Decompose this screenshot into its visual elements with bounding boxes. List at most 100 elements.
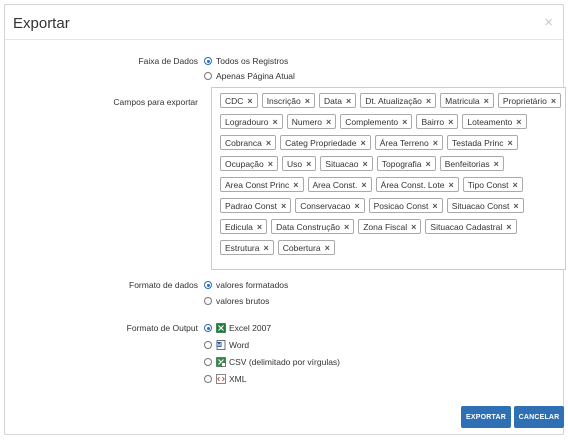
data-format-option-raw[interactable]: valores brutos [204, 296, 269, 306]
radio-button[interactable] [204, 324, 212, 332]
output-format-option-xml[interactable]: XML [204, 374, 246, 384]
xml-icon [216, 374, 226, 384]
remove-tag-icon[interactable]: × [268, 159, 273, 169]
field-tag: Padrao Const × [220, 198, 292, 213]
radio-button[interactable] [204, 358, 212, 366]
remove-tag-icon[interactable]: × [513, 180, 518, 190]
field-tag: Complemento × [340, 114, 413, 129]
output-format-option-word[interactable]: Word [204, 340, 249, 350]
remove-tag-icon[interactable]: × [325, 243, 330, 253]
remove-tag-icon[interactable]: × [305, 96, 310, 106]
remove-tag-icon[interactable]: × [344, 222, 349, 232]
remove-tag-icon[interactable]: × [306, 159, 311, 169]
field-tag-label: Categ Propriedade [285, 137, 357, 148]
field-tag-label: Situacao Cadastral [430, 221, 503, 232]
radio-button[interactable] [204, 341, 212, 349]
field-tag: Conservacao × [295, 198, 365, 213]
option-label: Apenas Página Atual [216, 71, 295, 81]
field-tag: Cobranca × [220, 135, 277, 150]
remove-tag-icon[interactable]: × [266, 138, 271, 148]
field-tag-label: Uso [287, 158, 303, 169]
remove-tag-icon[interactable]: × [411, 222, 416, 232]
remove-tag-icon[interactable]: × [448, 180, 453, 190]
field-tag: Bairro × [416, 114, 459, 129]
output-format-option-csv[interactable]: CSV (delimitado por vírgulas) [204, 357, 340, 367]
field-tag-label: Data [323, 95, 342, 106]
option-label: valores brutos [216, 296, 270, 306]
word-icon [216, 340, 226, 350]
close-icon[interactable]: × [544, 14, 553, 31]
field-tag: CDC × [220, 93, 258, 108]
field-tag: Data × [318, 93, 357, 108]
field-tag-label: Zona Fiscal [363, 221, 408, 232]
remove-tag-icon[interactable]: × [346, 96, 351, 106]
field-tag-label: Complemento [345, 116, 399, 127]
remove-tag-icon[interactable]: × [494, 159, 499, 169]
field-tag: Edicula × [220, 219, 268, 234]
field-tag-label: CDC [225, 95, 244, 106]
remove-tag-icon[interactable]: × [281, 201, 286, 211]
field-tag: Área Const. Lote × [375, 177, 459, 192]
field-tag: Categ Propriedade × [280, 135, 371, 150]
output-format-option-excel[interactable]: Excel 2007 [204, 323, 271, 333]
remove-tag-icon[interactable]: × [506, 222, 511, 232]
remove-tag-icon[interactable]: × [272, 117, 277, 127]
dialog-title: Exportar [13, 15, 70, 32]
radio-button[interactable] [204, 72, 212, 80]
dialog-header: Exportar × [5, 5, 563, 40]
remove-tag-icon[interactable]: × [484, 96, 489, 106]
field-tag-label: Data Construção [276, 221, 340, 232]
field-tag-label: Conservacao [300, 200, 351, 211]
field-tag-label: Situacao [325, 158, 359, 169]
remove-tag-icon[interactable]: × [402, 117, 407, 127]
option-label: Word [229, 340, 250, 350]
remove-tag-icon[interactable]: × [513, 201, 518, 211]
field-tag: Zona Fiscal × [358, 219, 422, 234]
remove-tag-icon[interactable]: × [426, 96, 431, 106]
field-tag-label: Topografia [381, 158, 422, 169]
data-format-option-formatted[interactable]: valores formatados [204, 280, 288, 290]
field-tag-label: Dt. Atualização [365, 95, 422, 106]
remove-tag-icon[interactable]: × [361, 180, 366, 190]
remove-tag-icon[interactable]: × [551, 96, 556, 106]
remove-tag-icon[interactable]: × [516, 117, 521, 127]
csv-icon [216, 357, 226, 367]
remove-tag-icon[interactable]: × [425, 159, 430, 169]
fields-multiselect[interactable]: CDC × Inscrição × Data × Dt. Atualização × Matri… [211, 87, 566, 270]
remove-tag-icon[interactable]: × [508, 138, 513, 148]
radio-button[interactable] [204, 297, 212, 305]
radio-button[interactable] [204, 281, 212, 289]
remove-tag-icon[interactable]: × [363, 159, 368, 169]
excel-icon [216, 323, 226, 333]
remove-tag-icon[interactable]: × [247, 96, 252, 106]
field-tag-label: Cobertura [282, 242, 321, 253]
remove-tag-icon[interactable]: × [354, 201, 359, 211]
field-tag: Benfeitorias × [439, 156, 504, 171]
remove-tag-icon[interactable]: × [293, 180, 298, 190]
field-tag-label: Tipo Const [467, 179, 509, 190]
field-tag: Uso × [282, 156, 317, 171]
data-range-option-current-page[interactable]: Apenas Página Atual [204, 71, 295, 81]
field-tag-label: Benfeitorias [444, 158, 490, 169]
data-range-option-all[interactable]: Todos os Registros [204, 56, 288, 66]
field-tag-label: Padrao Const [225, 200, 277, 211]
field-tag: Logradouro × [220, 114, 283, 129]
field-tag: Ocupação × [220, 156, 279, 171]
export-button[interactable]: EXPORTAR [461, 406, 511, 428]
remove-tag-icon[interactable]: × [360, 138, 365, 148]
remove-tag-icon[interactable]: × [326, 117, 331, 127]
remove-tag-icon[interactable]: × [264, 243, 269, 253]
remove-tag-icon[interactable]: × [432, 201, 437, 211]
radio-button[interactable] [204, 57, 212, 65]
field-tag: Data Construção × [271, 219, 355, 234]
option-label: CSV (delimitado por vírgulas) [229, 357, 341, 367]
radio-button[interactable] [204, 375, 212, 383]
field-tag: Matricula × [440, 93, 494, 108]
cancel-button[interactable]: CANCELAR [514, 406, 564, 428]
field-tag-label: Area Const. [312, 179, 358, 190]
field-tag: Situacao Cadastral × [425, 219, 517, 234]
remove-tag-icon[interactable]: × [448, 117, 453, 127]
remove-tag-icon[interactable]: × [433, 138, 438, 148]
field-tag: Posicao Const × [368, 198, 443, 213]
remove-tag-icon[interactable]: × [257, 222, 262, 232]
